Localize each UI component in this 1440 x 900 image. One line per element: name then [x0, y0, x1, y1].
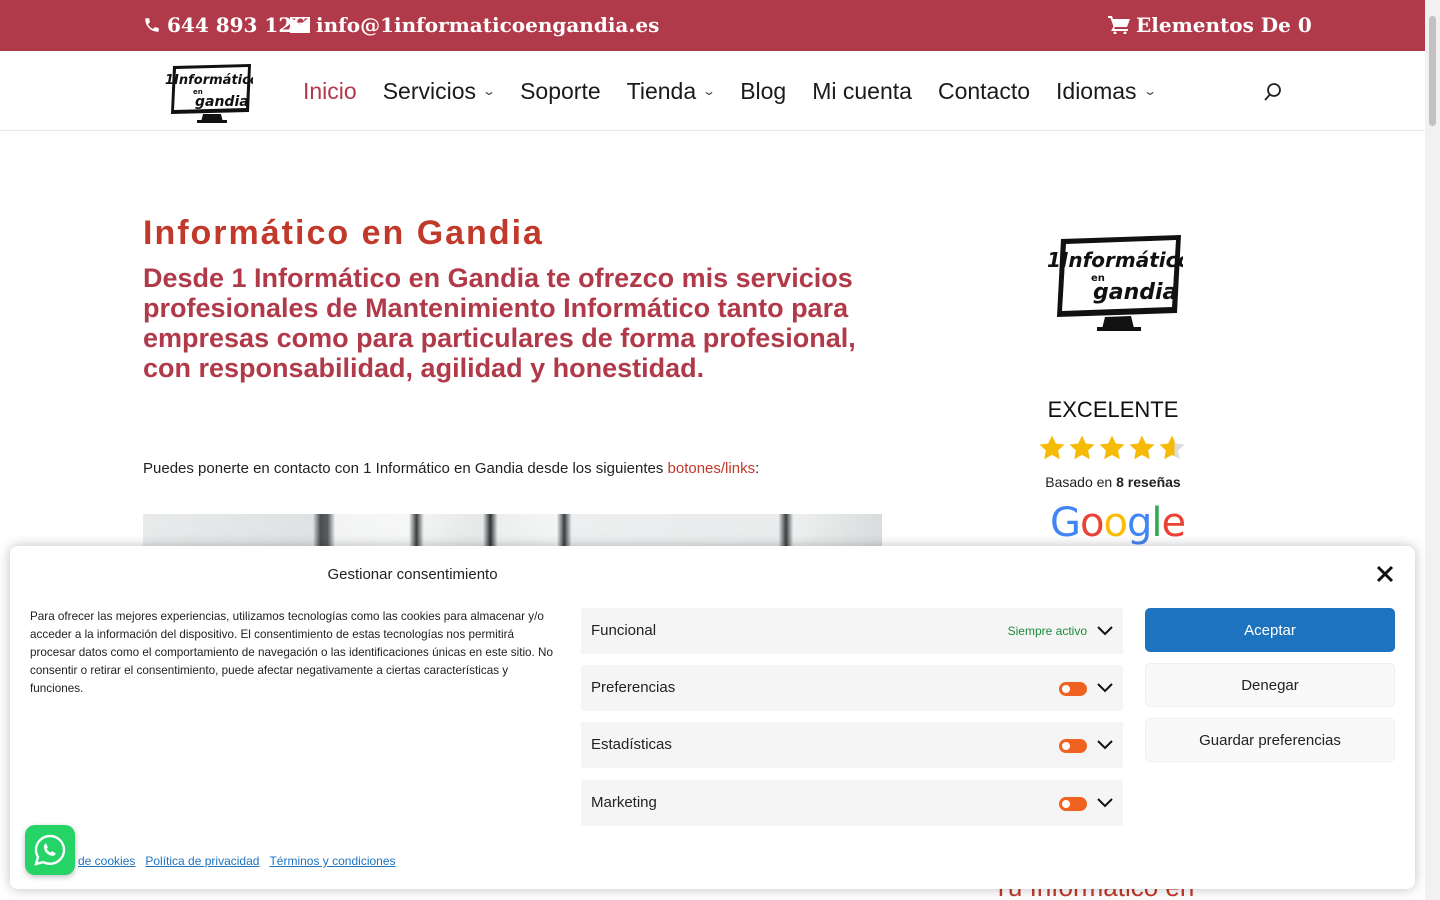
- consent-title: Gestionar consentimiento: [327, 566, 498, 583]
- svg-text:1Informático: 1Informático: [165, 73, 253, 88]
- whatsapp-icon: [34, 834, 66, 866]
- category-preferencias[interactable]: Preferencias: [581, 665, 1123, 711]
- page-scrollbar[interactable]: [1425, 0, 1440, 900]
- chevron-down-icon[interactable]: [1097, 738, 1113, 750]
- deny-button[interactable]: Denegar: [1145, 663, 1395, 707]
- cookie-policy-link[interactable]: de cookies: [78, 854, 135, 868]
- sidebar-logo: 1Informático en gandia: [1047, 235, 1183, 331]
- consent-text: Para ofrecer las mejores experiencias, u…: [30, 610, 553, 695]
- estadisticas-toggle[interactable]: [1059, 739, 1087, 753]
- search-icon[interactable]: [1263, 82, 1283, 102]
- cart-icon: [1108, 16, 1130, 34]
- cookie-consent-modal: Gestionar consentimiento Para ofrecer la…: [10, 546, 1415, 889]
- terms-link[interactable]: Términos y condiciones: [269, 854, 395, 868]
- nav-idiomas[interactable]: Idiomas ⌄: [1056, 78, 1157, 105]
- nav-inicio[interactable]: Inicio: [303, 78, 357, 105]
- marketing-toggle[interactable]: [1059, 797, 1087, 811]
- cart-link[interactable]: Elementos De 0: [1108, 13, 1312, 37]
- always-active-label: Siempre activo: [1007, 624, 1087, 638]
- star-icon: [1099, 435, 1125, 460]
- chevron-down-icon[interactable]: [1097, 681, 1113, 693]
- scrollbar-thumb[interactable]: [1429, 16, 1436, 126]
- contact-links-link[interactable]: botones/links: [668, 460, 756, 477]
- chevron-down-icon: ⌄: [702, 84, 717, 98]
- rating-stars: [1038, 434, 1188, 464]
- page-title: Informático en Gandia: [143, 214, 544, 252]
- nav-contacto[interactable]: Contacto: [938, 78, 1030, 105]
- save-preferences-button[interactable]: Guardar preferencias: [1145, 718, 1395, 762]
- accept-button[interactable]: Aceptar: [1145, 608, 1395, 652]
- phone-icon: [145, 18, 159, 32]
- svg-text:1Informático: 1Informático: [1047, 248, 1183, 272]
- nav-servicios[interactable]: Servicios ⌄: [383, 78, 497, 105]
- nav-blog[interactable]: Blog: [740, 78, 786, 105]
- chevron-down-icon: ⌄: [482, 84, 497, 98]
- star-icon: [1129, 435, 1155, 460]
- chevron-down-icon: ⌄: [1142, 84, 1157, 98]
- nav-mi-cuenta[interactable]: Mi cuenta: [812, 78, 912, 105]
- site-logo[interactable]: 1Informático en gandia: [163, 62, 253, 124]
- nav-soporte[interactable]: Soporte: [520, 78, 601, 105]
- envelope-icon: [290, 17, 310, 33]
- category-funcional[interactable]: Funcional Siempre activo: [581, 608, 1123, 654]
- chevron-down-icon[interactable]: [1097, 624, 1113, 636]
- rating-label: EXCELENTE: [1047, 397, 1179, 422]
- intro-text: Desde 1 Informático en Gandia te ofrezco…: [143, 263, 856, 383]
- svg-text:gandia: gandia: [1093, 280, 1177, 305]
- close-icon[interactable]: [1376, 565, 1394, 583]
- phone-link[interactable]: 644 893 126: [143, 13, 306, 37]
- category-marketing[interactable]: Marketing: [581, 780, 1123, 826]
- site-header: 1Informático en gandia Inicio Servicios ⌄…: [0, 51, 1425, 131]
- email-link[interactable]: info@1informaticoengandia.es: [290, 13, 659, 37]
- cart-label: Elementos De 0: [1136, 13, 1312, 37]
- nav-tienda[interactable]: Tienda ⌄: [627, 78, 717, 105]
- reviews-line: Basado en 8 reseñas: [1045, 474, 1181, 490]
- email-address: info@1informaticoengandia.es: [316, 13, 660, 37]
- star-icon: [1069, 435, 1095, 460]
- consent-links: de cookies Política de privacidad Términ…: [78, 854, 396, 868]
- star-icon: [1039, 435, 1065, 460]
- star-icon: [1159, 435, 1185, 460]
- main-nav: Inicio Servicios ⌄ Soporte Tienda ⌄ Blog M…: [303, 51, 1181, 131]
- google-logo: Google: [1050, 500, 1186, 546]
- whatsapp-button[interactable]: [25, 825, 75, 875]
- svg-text:gandia: gandia: [195, 94, 249, 110]
- preferencias-toggle[interactable]: [1059, 682, 1087, 696]
- chevron-down-icon[interactable]: [1097, 796, 1113, 808]
- reviews-count: 8 reseñas: [1116, 474, 1181, 490]
- category-estadisticas[interactable]: Estadísticas: [581, 722, 1123, 768]
- phone-number: 644 893 126: [167, 13, 307, 37]
- privacy-policy-link[interactable]: Política de privacidad: [145, 854, 259, 868]
- top-bar: 644 893 126 info@1informaticoengandia.es…: [0, 0, 1425, 51]
- contact-line: Puedes ponerte en contacto con 1 Informá…: [143, 460, 760, 477]
